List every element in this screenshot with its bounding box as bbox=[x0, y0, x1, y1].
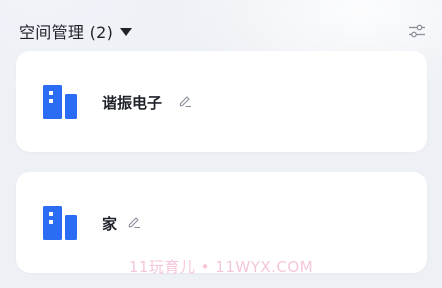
pencil-icon[interactable] bbox=[127, 215, 141, 229]
space-name: 家 bbox=[102, 215, 118, 233]
filter-button[interactable] bbox=[406, 20, 428, 42]
space-name: 谐振电子 bbox=[102, 94, 163, 112]
page-title: 空间管理 (2) bbox=[19, 23, 114, 42]
page-header: 空间管理 (2) bbox=[19, 18, 428, 44]
building-icon bbox=[43, 85, 77, 119]
space-card[interactable]: 谐振电子 bbox=[16, 51, 427, 152]
sliders-icon bbox=[409, 24, 425, 38]
space-selector[interactable]: 空间管理 (2) bbox=[19, 19, 133, 43]
pencil-icon[interactable] bbox=[178, 94, 192, 108]
building-icon bbox=[43, 206, 77, 240]
caret-down-icon bbox=[120, 27, 133, 36]
space-card[interactable]: 家 bbox=[16, 172, 427, 273]
